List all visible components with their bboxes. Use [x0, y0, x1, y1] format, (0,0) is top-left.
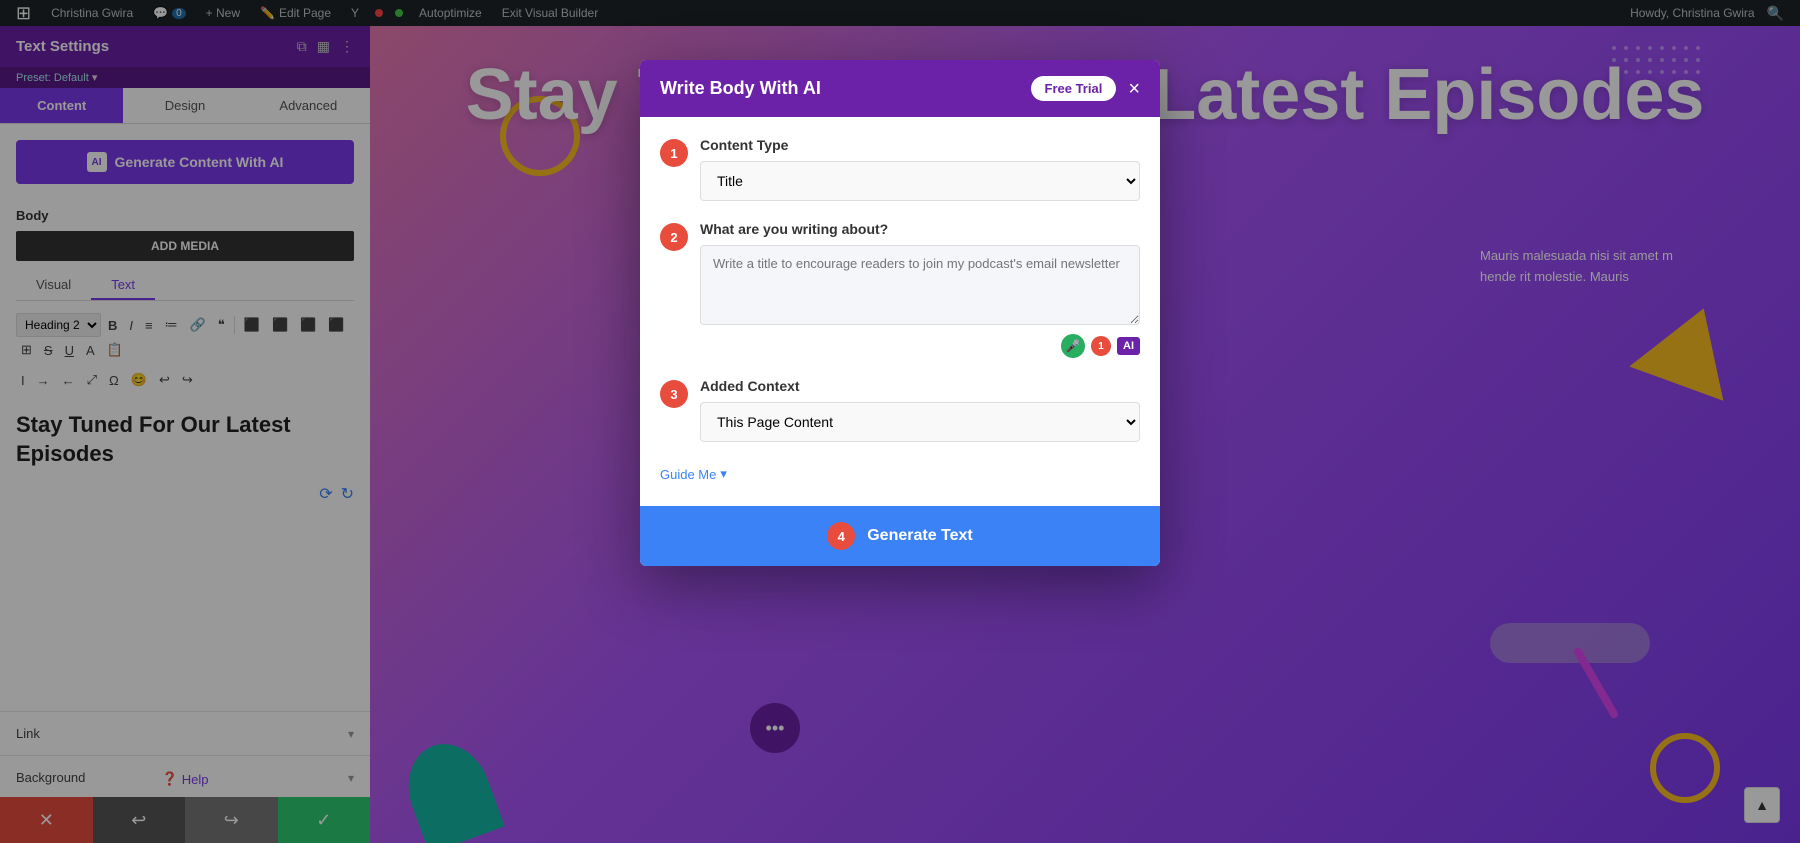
- textarea-footer: 🎤 1 AI: [700, 334, 1140, 358]
- generate-text-button[interactable]: 4 Generate Text: [640, 506, 1160, 566]
- step3-label: Added Context: [700, 378, 1140, 394]
- step2-label: What are you writing about?: [700, 221, 1140, 237]
- step1-content: Content Type Title Paragraph List Introd…: [700, 137, 1140, 201]
- modal-body: 1 Content Type Title Paragraph List Intr…: [640, 117, 1160, 506]
- step4-circle: 4: [827, 522, 855, 550]
- modal-close-button[interactable]: ×: [1128, 79, 1140, 99]
- modal-header: Write Body With AI Free Trial ×: [640, 60, 1160, 117]
- step2-circle: 2: [660, 223, 688, 251]
- modal: Write Body With AI Free Trial × 1 Conten…: [640, 60, 1160, 566]
- mic-button[interactable]: 🎤: [1061, 334, 1085, 358]
- step1-row: 1 Content Type Title Paragraph List Intr…: [660, 137, 1140, 201]
- guide-me-button[interactable]: Guide Me ▾: [660, 462, 727, 486]
- step1-circle: 1: [660, 139, 688, 167]
- step3-row: 3 Added Context This Page Content Custom…: [660, 378, 1140, 442]
- writing-about-textarea[interactable]: [700, 245, 1140, 325]
- step3-circle: 3: [660, 380, 688, 408]
- modal-title: Write Body With AI: [660, 78, 821, 99]
- modal-header-right: Free Trial ×: [1031, 76, 1141, 101]
- char-count-badge: 1: [1091, 336, 1111, 356]
- step2-content: What are you writing about? 🎤 1 AI: [700, 221, 1140, 358]
- generate-text-label: Generate Text: [867, 527, 973, 545]
- free-trial-badge[interactable]: Free Trial: [1031, 76, 1117, 101]
- guide-me-chevron-icon: ▾: [720, 466, 727, 482]
- added-context-select[interactable]: This Page Content Custom Context None: [700, 402, 1140, 442]
- ai-enhance-button[interactable]: AI: [1117, 337, 1140, 355]
- step3-content: Added Context This Page Content Custom C…: [700, 378, 1140, 442]
- content-type-select[interactable]: Title Paragraph List Introduction Conclu…: [700, 161, 1140, 201]
- step1-label: Content Type: [700, 137, 1140, 153]
- step2-row: 2 What are you writing about? 🎤 1 AI: [660, 221, 1140, 358]
- modal-overlay: Write Body With AI Free Trial × 1 Conten…: [0, 0, 1800, 843]
